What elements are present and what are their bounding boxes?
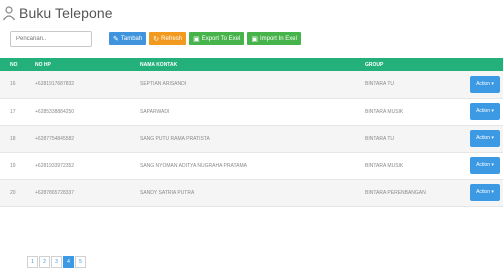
column-header-group: GROUP: [365, 61, 384, 68]
import-excel-button-label: Import In Exel: [259, 35, 297, 42]
cell-group: BINTARA MUSIK: [365, 108, 404, 115]
export-excel-button[interactable]: ▣ Export To Exel: [189, 32, 245, 45]
edit-icon: ✎: [113, 35, 119, 43]
toolbar: ✎ Tambah ↻ Refresh ▣ Export To Exel ▣ Im…: [10, 30, 304, 47]
address-book-icon: [3, 6, 15, 21]
add-button-label: Tambah: [120, 35, 143, 42]
cell-action: Action ▾: [460, 179, 503, 206]
cell-phone: +6281917687832: [35, 81, 75, 88]
cell-name: SEPTIAN ARISANDI: [140, 81, 187, 88]
table-header-row: NO NO HP NAMA KONTAK GROUP: [0, 58, 503, 71]
export-excel-button-label: Export To Exel: [201, 35, 241, 42]
refresh-icon: ↻: [153, 35, 160, 43]
refresh-button-label: Refresh: [161, 35, 183, 42]
cell-action: Action ▾: [460, 98, 503, 125]
page-header: Buku Telepone: [2, 0, 113, 26]
page-button-1[interactable]: 1: [27, 256, 38, 268]
action-dropdown-button[interactable]: Action ▾: [470, 75, 500, 93]
cell-no: 17: [10, 108, 16, 115]
action-dropdown-button[interactable]: Action ▾: [470, 157, 500, 174]
refresh-button[interactable]: ↻ Refresh: [149, 32, 187, 45]
table-row: 20 +6287865728337 SANDY SATRIA PUTRA BIN…: [0, 179, 503, 206]
page-button-2[interactable]: 2: [39, 256, 50, 268]
pagination: 1 2 3 4 5: [27, 256, 87, 268]
action-dropdown-button[interactable]: Action ▾: [470, 184, 500, 201]
cell-no: 18: [10, 135, 16, 142]
cell-action: Action ▾: [460, 152, 503, 179]
cell-name: SANG PUTU RAMA PRATISTA: [140, 135, 210, 142]
cell-name: SANG NYOMAN ADITYA NUGRAHA PRATAMA: [140, 162, 247, 169]
search-input[interactable]: [10, 30, 92, 47]
column-header-action: [460, 58, 503, 71]
cell-name: SAPARWADI: [140, 108, 170, 115]
action-dropdown-button[interactable]: Action ▾: [470, 130, 500, 147]
table-row: 19 +6281933972352 SANG NYOMAN ADITYA NUG…: [0, 152, 503, 179]
cell-group: BINTARA TU: [365, 81, 394, 88]
table-row: 18 +6287754845582 SANG PUTU RAMA PRATIST…: [0, 125, 503, 152]
column-header-name: NAMA KONTAK: [140, 61, 178, 68]
cell-phone: +6287865728337: [35, 189, 75, 196]
cell-phone: +6285338884250: [35, 108, 75, 115]
cell-phone: +6281933972352: [35, 162, 75, 169]
page-title: Buku Telepone: [19, 5, 113, 21]
page-button-4[interactable]: 4: [63, 256, 74, 268]
excel-icon: ▣: [251, 35, 258, 43]
cell-no: 20: [10, 189, 16, 196]
cell-no: 16: [10, 81, 16, 88]
action-dropdown-button[interactable]: Action ▾: [470, 103, 500, 120]
cell-group: BINTARA MUSIK: [365, 162, 404, 169]
contacts-table: NO NO HP NAMA KONTAK GROUP 16 +628191768…: [0, 58, 503, 207]
import-excel-button[interactable]: ▣ Import In Exel: [247, 32, 301, 45]
cell-no: 19: [10, 162, 16, 169]
cell-group: BINTARA TU: [365, 135, 394, 142]
column-header-phone: NO HP: [35, 61, 51, 68]
cell-group: BINTARA PERENBANGAN: [365, 189, 426, 196]
page-button-3[interactable]: 3: [51, 256, 62, 268]
cell-name: SANDY SATRIA PUTRA: [140, 189, 195, 196]
cell-action: Action ▾: [460, 71, 503, 98]
column-header-no: NO: [10, 61, 18, 68]
cell-action: Action ▾: [460, 125, 503, 152]
table-row: 16 +6281917687832 SEPTIAN ARISANDI BINTA…: [0, 71, 503, 98]
cell-phone: +6287754845582: [35, 135, 75, 142]
excel-icon: ▣: [193, 35, 200, 43]
page-button-5[interactable]: 5: [75, 256, 86, 268]
table-row: 17 +6285338884250 SAPARWADI BINTARA MUSI…: [0, 98, 503, 125]
add-button[interactable]: ✎ Tambah: [109, 32, 147, 45]
